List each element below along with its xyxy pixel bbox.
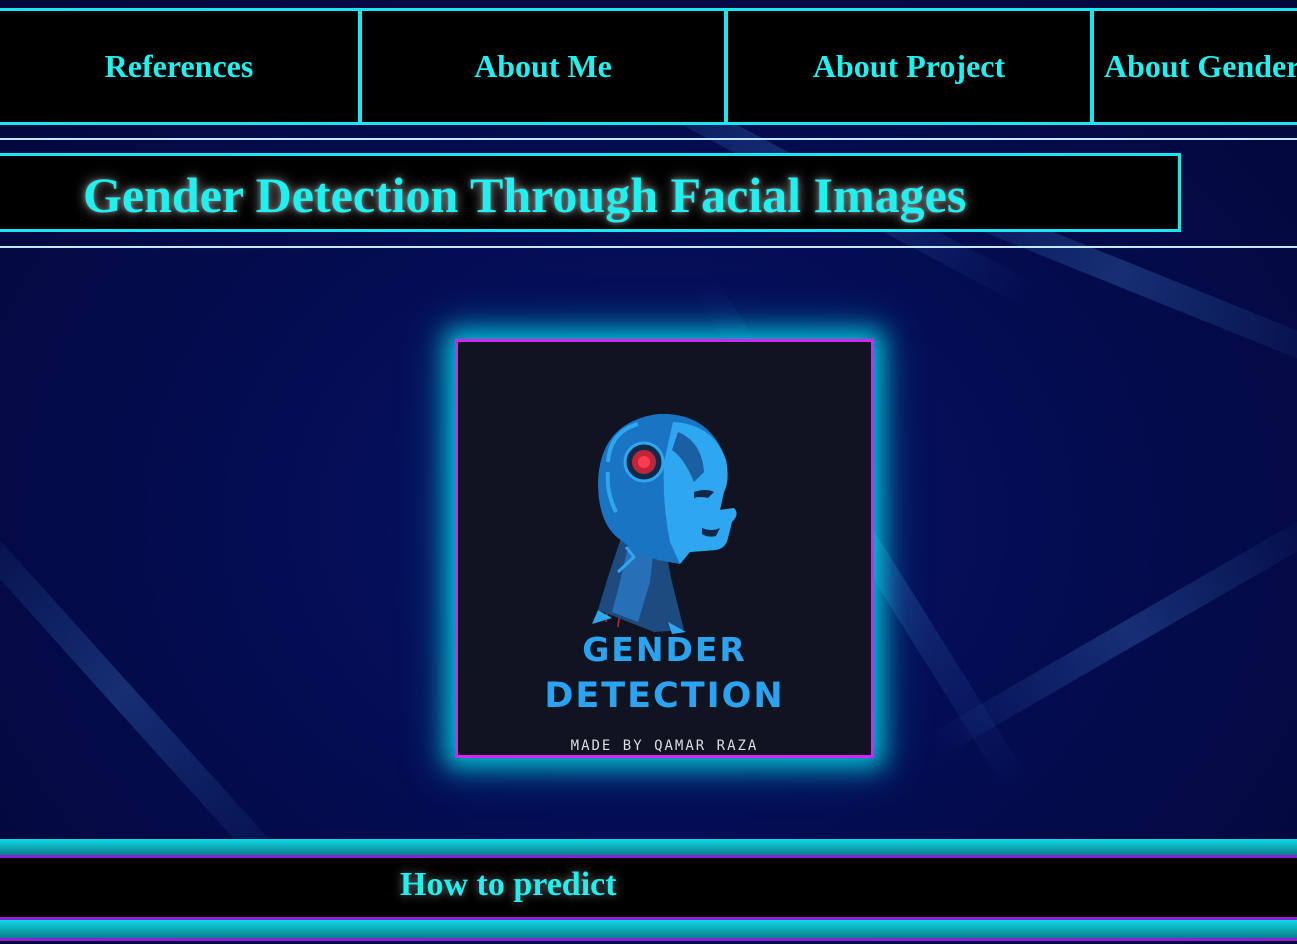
divider xyxy=(0,138,1297,140)
nav-item-about-gender[interactable]: About Gender xyxy=(1094,11,1297,122)
project-logo: GENDER DETECTION MADE BY QAMAR RAZA xyxy=(455,339,874,758)
nav-item-references[interactable]: References xyxy=(0,11,362,122)
logo-text-detection: DETECTION xyxy=(544,676,785,716)
logo-credit: MADE BY QAMAR RAZA xyxy=(570,738,759,754)
page: References About Me About Project About … xyxy=(0,0,1297,944)
nav-item-about-project[interactable]: About Project xyxy=(728,11,1094,122)
bottom-border xyxy=(0,938,1297,941)
nav-bottom-border xyxy=(0,122,1297,125)
page-title-box: Gender Detection Through Facial Images xyxy=(0,153,1181,232)
nav-item-about-me[interactable]: About Me xyxy=(362,11,728,122)
how-to-predict-bar: How to predict xyxy=(0,855,1297,920)
background-streak xyxy=(924,506,1297,760)
page-title: Gender Detection Through Facial Images xyxy=(83,167,967,223)
section-divider-bottom xyxy=(0,920,1297,938)
background-streak xyxy=(0,491,304,895)
divider xyxy=(0,246,1297,248)
how-to-predict-link[interactable]: How to predict xyxy=(400,866,617,904)
section-divider-top xyxy=(0,839,1297,855)
top-nav: References About Me About Project About … xyxy=(0,11,1297,122)
logo-text-gender: GENDER xyxy=(582,630,747,669)
